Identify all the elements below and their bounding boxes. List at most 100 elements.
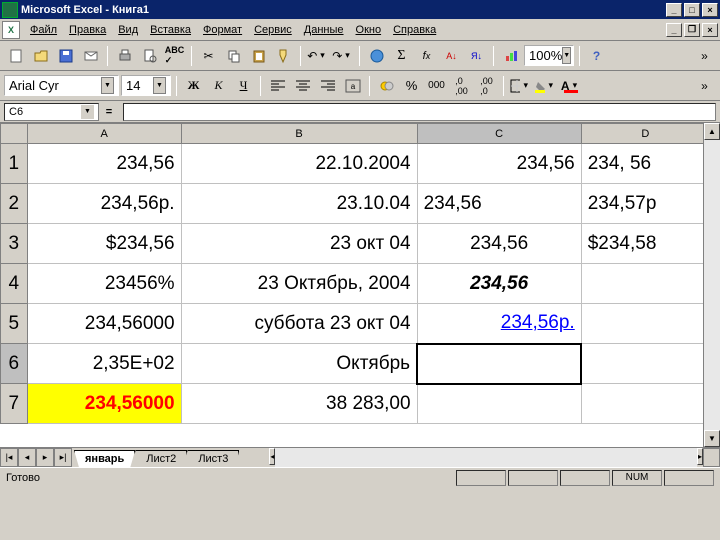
cell-d1[interactable]: 234, 56: [581, 144, 703, 184]
formula-input[interactable]: [123, 103, 716, 121]
font-combo[interactable]: Arial Cyr▼: [4, 75, 119, 96]
col-header-a[interactable]: A: [27, 124, 181, 144]
doc-minimize-button[interactable]: _: [666, 23, 682, 37]
tab-last-button[interactable]: ▸|: [54, 448, 72, 467]
tab-next-button[interactable]: ▸: [36, 448, 54, 467]
cell-c1[interactable]: 234,56: [417, 144, 581, 184]
menu-file[interactable]: Файл: [24, 22, 63, 38]
doc-close-button[interactable]: ×: [702, 23, 718, 37]
row-header-5[interactable]: 5: [1, 304, 28, 344]
sheet-tab-1[interactable]: январь: [74, 450, 135, 467]
row-header-2[interactable]: 2: [1, 184, 28, 224]
menu-format[interactable]: Формат: [197, 22, 248, 38]
tab-prev-button[interactable]: ◂: [18, 448, 36, 467]
cell-c6[interactable]: [417, 344, 581, 384]
tab-first-button[interactable]: |◂: [0, 448, 18, 467]
chart-button[interactable]: [499, 45, 522, 67]
cell-b3[interactable]: 23 окт 04: [181, 224, 417, 264]
vertical-scrollbar[interactable]: ▲ ▼: [703, 123, 720, 447]
open-button[interactable]: [29, 45, 52, 67]
cell-b2[interactable]: 23.10.04: [181, 184, 417, 224]
autosum-button[interactable]: Σ: [390, 45, 413, 67]
cell-a1[interactable]: 234,56: [27, 144, 181, 184]
cell-b4[interactable]: 23 Октябрь, 2004: [181, 264, 417, 304]
cell-d5[interactable]: [581, 304, 703, 344]
scroll-up-icon[interactable]: ▲: [704, 123, 720, 140]
fill-color-button[interactable]: ▾: [534, 75, 557, 97]
paste-button[interactable]: [247, 45, 270, 67]
function-button[interactable]: fx: [415, 45, 438, 67]
cell-a6[interactable]: 2,35E+02: [27, 344, 181, 384]
toolbar-overflow-icon[interactable]: »: [693, 45, 716, 67]
row-header-3[interactable]: 3: [1, 224, 28, 264]
cut-button[interactable]: ✂: [197, 45, 220, 67]
row-header-1[interactable]: 1: [1, 144, 28, 184]
bold-button[interactable]: Ж: [182, 75, 205, 97]
decrease-decimal-button[interactable]: ,00,0: [475, 75, 498, 97]
currency-button[interactable]: [375, 75, 398, 97]
comma-button[interactable]: 000: [425, 75, 448, 97]
cell-d2[interactable]: 234,57р: [581, 184, 703, 224]
menu-help[interactable]: Справка: [387, 22, 442, 38]
underline-button[interactable]: Ч: [232, 75, 255, 97]
cell-b1[interactable]: 22.10.2004: [181, 144, 417, 184]
cell-a2[interactable]: 234,56р.: [27, 184, 181, 224]
cell-a7[interactable]: 234,56000: [27, 384, 181, 424]
close-button[interactable]: ×: [702, 3, 718, 17]
undo-button[interactable]: ↶▾: [306, 45, 329, 67]
align-right-button[interactable]: [316, 75, 339, 97]
sort-desc-button[interactable]: Я↓: [465, 45, 488, 67]
copy-button[interactable]: [222, 45, 245, 67]
cell-a3[interactable]: $234,56: [27, 224, 181, 264]
doc-restore-button[interactable]: ❐: [684, 23, 700, 37]
font-color-button[interactable]: А▾: [559, 75, 582, 97]
toolbar-overflow-icon[interactable]: »: [693, 75, 716, 97]
menu-window[interactable]: Окно: [350, 22, 388, 38]
percent-button[interactable]: %: [400, 75, 423, 97]
cell-c3[interactable]: 234,56: [417, 224, 581, 264]
redo-button[interactable]: ↷▾: [331, 45, 354, 67]
format-painter-button[interactable]: [272, 45, 295, 67]
align-center-button[interactable]: [291, 75, 314, 97]
cell-c2[interactable]: 234,56: [417, 184, 581, 224]
minimize-button[interactable]: _: [666, 3, 682, 17]
preview-button[interactable]: [138, 45, 161, 67]
borders-button[interactable]: ▾: [509, 75, 532, 97]
merge-center-button[interactable]: a: [341, 75, 364, 97]
zoom-combo[interactable]: 100%▼: [524, 45, 574, 66]
sheet-tab-2[interactable]: Лист2: [135, 450, 187, 467]
hyperlink-button[interactable]: [365, 45, 388, 67]
cell-c4[interactable]: 234,56: [417, 264, 581, 304]
email-button[interactable]: [79, 45, 102, 67]
print-button[interactable]: [113, 45, 136, 67]
spellcheck-button[interactable]: ABC✓: [163, 45, 186, 67]
select-all-corner[interactable]: [1, 124, 28, 144]
scroll-down-icon[interactable]: ▼: [704, 430, 720, 447]
name-box[interactable]: C6▼: [4, 103, 99, 121]
menu-edit[interactable]: Правка: [63, 22, 112, 38]
cell-c5[interactable]: 234,56р.: [417, 304, 581, 344]
cell-b7[interactable]: 38 283,00: [181, 384, 417, 424]
cell-b6[interactable]: Октябрь: [181, 344, 417, 384]
cell-d3[interactable]: $234,58: [581, 224, 703, 264]
col-header-c[interactable]: C: [417, 124, 581, 144]
help-button[interactable]: ?: [585, 45, 608, 67]
cell-d6[interactable]: [581, 344, 703, 384]
save-button[interactable]: [54, 45, 77, 67]
menu-insert[interactable]: Вставка: [144, 22, 197, 38]
menu-tools[interactable]: Сервис: [248, 22, 298, 38]
workbook-icon[interactable]: X: [2, 21, 20, 39]
row-header-6[interactable]: 6: [1, 344, 28, 384]
maximize-button[interactable]: □: [684, 3, 700, 17]
font-size-combo[interactable]: 14▼: [121, 75, 171, 96]
cell-d7[interactable]: [581, 384, 703, 424]
row-header-7[interactable]: 7: [1, 384, 28, 424]
col-header-b[interactable]: B: [181, 124, 417, 144]
menu-view[interactable]: Вид: [112, 22, 144, 38]
align-left-button[interactable]: [266, 75, 289, 97]
col-header-d[interactable]: D: [581, 124, 703, 144]
italic-button[interactable]: К: [207, 75, 230, 97]
horizontal-scrollbar[interactable]: ◂ ▸: [269, 448, 703, 467]
cell-d4[interactable]: [581, 264, 703, 304]
cell-a5[interactable]: 234,56000: [27, 304, 181, 344]
